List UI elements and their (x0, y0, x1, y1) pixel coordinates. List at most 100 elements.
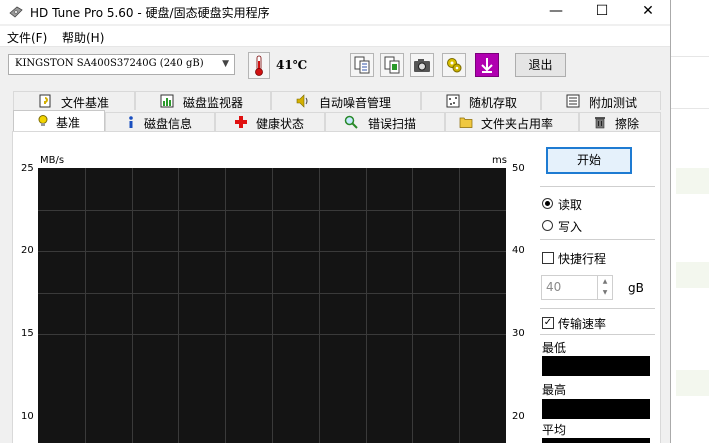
benchmark-chart-area (38, 168, 506, 443)
background-divider (671, 108, 709, 109)
drive-select[interactable]: KINGSTON SA400S37240G (240 gB) ▼ (8, 54, 235, 75)
tab-erase[interactable]: 擦除 (579, 112, 661, 131)
left-tick-label: 15 (21, 328, 34, 339)
start-button[interactable]: 开始 (546, 147, 632, 174)
left-tick-label: 20 (21, 245, 34, 256)
menu-bar: 文件(F) 帮助(H) (0, 26, 670, 47)
tab-benchmark[interactable]: 基准 (13, 110, 105, 131)
write-radio[interactable] (542, 220, 553, 231)
menu-file[interactable]: 文件(F) (7, 29, 47, 46)
tab-label: 擦除 (615, 117, 640, 131)
save-button[interactable] (475, 53, 499, 77)
stroke-size-value: 40 (546, 280, 562, 294)
radio-selected-dot (545, 201, 550, 206)
stroke-unit-label: gB (628, 281, 644, 295)
maximum-label: 最高 (542, 383, 567, 397)
chart-gridline-horizontal (38, 292, 506, 294)
left-tick-label: 25 (21, 163, 34, 174)
average-label: 平均 (542, 423, 567, 437)
right-axis-unit: ms (492, 155, 507, 166)
copy-text-button[interactable] (350, 53, 374, 77)
average-value-box (542, 438, 650, 443)
screenshot-button[interactable] (410, 53, 434, 77)
lightbulb-icon (38, 115, 48, 126)
app-window: HD Tune Pro 5.60 - 硬盘/固态硬盘实用程序 — ☐ ✕ 文件(… (0, 0, 671, 443)
right-tick-label: 20 (512, 411, 525, 422)
left-tick-label: 10 (21, 411, 34, 422)
tab-file-benchmark[interactable]: 文件基准 (13, 91, 135, 110)
tab-label: 文件基准 (61, 96, 110, 110)
divider (540, 186, 655, 187)
tab-error-scan[interactable]: 错误扫描 (325, 112, 445, 131)
tab-label: 附加测试 (589, 96, 638, 110)
read-radio[interactable] (542, 198, 553, 209)
background-row (676, 168, 709, 194)
chevron-down-icon: ▼ (222, 59, 229, 69)
tab-disk-monitor[interactable]: 磁盘监视器 (135, 91, 271, 110)
spinner-up-arrow-icon[interactable]: ▲ (598, 276, 612, 287)
copy-text-icon (354, 56, 370, 74)
settings-icon (447, 58, 462, 73)
tab-aam[interactable]: 自动噪音管理 (271, 91, 421, 110)
short-stroke-label[interactable]: 快捷行程 (558, 250, 606, 267)
file-benchmark-icon (39, 94, 51, 108)
exit-button[interactable]: 退出 (515, 53, 566, 77)
health-cross-icon (235, 116, 247, 128)
tab-label: 磁盘信息 (144, 117, 193, 131)
background-divider (671, 56, 709, 57)
drive-select-value: KINGSTON SA400S37240G (240 gB) (15, 58, 204, 69)
tab-extra-tests[interactable]: 附加测试 (541, 91, 661, 110)
read-label[interactable]: 读取 (558, 196, 582, 213)
tab-disk-info[interactable]: 磁盘信息 (105, 112, 215, 131)
trash-icon (595, 117, 605, 129)
maximize-button[interactable]: ☐ (579, 0, 625, 24)
minimize-button[interactable]: — (533, 0, 579, 24)
minimum-label: 最低 (542, 341, 567, 355)
tab-label: 基准 (56, 116, 81, 130)
transfer-rate-label[interactable]: 传输速率 (558, 315, 606, 332)
tab-health[interactable]: 健康状态 (215, 112, 325, 131)
menu-help[interactable]: 帮助(H) (62, 29, 104, 46)
extra-tests-icon (566, 94, 580, 108)
background-row (676, 370, 709, 396)
divider (540, 308, 655, 309)
copy-screen-button[interactable] (380, 53, 404, 77)
spinner-down-arrow-icon[interactable]: ▼ (598, 287, 612, 298)
hdtune-app-icon (9, 6, 23, 18)
tab-row-1: 文件基准 磁盘监视器 自动噪音管理 随机存取 附加测试 (13, 91, 661, 110)
tab-label: 自动噪音管理 (319, 96, 392, 110)
maximum-value-box (542, 399, 650, 419)
background-row (676, 262, 709, 288)
temperature-value: 41℃ (276, 58, 308, 72)
random-access-icon (446, 94, 460, 108)
tab-label: 随机存取 (469, 96, 518, 110)
tab-folder-usage[interactable]: 文件夹占用率 (445, 112, 579, 131)
transfer-rate-checkbox[interactable]: ✓ (542, 317, 554, 329)
stroke-size-spinner[interactable]: 40 ▲ ▼ (541, 275, 613, 300)
chart-gridline-horizontal (38, 334, 506, 335)
right-tick-label: 40 (512, 245, 525, 256)
folder-icon (459, 117, 473, 128)
title-bar[interactable]: HD Tune Pro 5.60 - 硬盘/固态硬盘实用程序 — ☐ ✕ (0, 0, 670, 24)
window-title: HD Tune Pro 5.60 - 硬盘/固态硬盘实用程序 (30, 6, 270, 20)
toolbar: KINGSTON SA400S37240G (240 gB) ▼ 41℃ 退出 (0, 47, 670, 85)
right-tick-label: 50 (512, 163, 525, 174)
chart-gridline-horizontal (38, 209, 506, 211)
divider (540, 239, 655, 240)
spinner-buttons: ▲ ▼ (597, 276, 612, 299)
tab-row-2: 基准 磁盘信息 健康状态 错误扫描 文件夹占用率 擦除 (13, 110, 661, 131)
tab-label: 错误扫描 (368, 117, 417, 131)
chart-gridline-horizontal (38, 251, 506, 252)
tab-label: 健康状态 (256, 117, 305, 131)
write-label[interactable]: 写入 (558, 218, 582, 235)
speaker-icon (296, 94, 308, 108)
thermometer-icon (248, 52, 270, 79)
camera-icon (414, 59, 430, 72)
options-button[interactable] (442, 53, 466, 77)
close-button[interactable]: ✕ (625, 0, 670, 24)
tab-label: 磁盘监视器 (183, 96, 244, 110)
tab-random-access[interactable]: 随机存取 (421, 91, 541, 110)
right-tick-label: 30 (512, 328, 525, 339)
short-stroke-checkbox[interactable] (542, 252, 554, 264)
copy-screen-icon (384, 56, 400, 74)
